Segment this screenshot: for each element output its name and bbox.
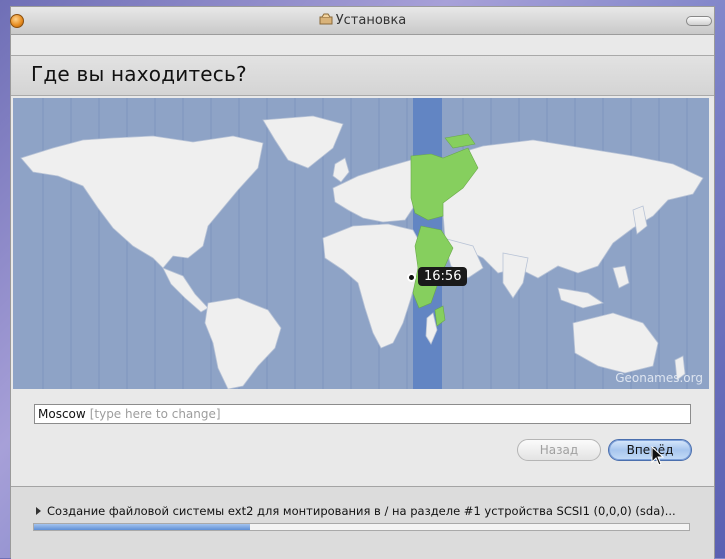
location-input[interactable]: Moscow [type here to change]	[34, 404, 691, 424]
continents	[20, 115, 704, 389]
expander-arrow-icon[interactable]	[36, 507, 41, 515]
selected-time-label: 16:56	[418, 267, 468, 286]
selected-city-marker[interactable]	[407, 273, 416, 282]
status-text: Создание файловой системы ext2 для монти…	[47, 504, 676, 518]
page-header: Где вы находитесь?	[11, 55, 714, 96]
back-button[interactable]: Назад	[517, 439, 601, 461]
mouse-cursor-icon	[651, 446, 665, 466]
installer-icon	[319, 13, 333, 25]
timezone-map[interactable]: 16:56 Geonames.org	[13, 98, 709, 389]
toolbar-toggle-button[interactable]	[686, 16, 712, 26]
page-title: Где вы находитесь?	[31, 62, 247, 86]
title-bar: Установка	[10, 7, 714, 35]
map-credit: Geonames.org	[615, 371, 703, 385]
window-title-text: Установка	[335, 13, 407, 28]
location-value: Moscow	[38, 407, 86, 421]
location-placeholder: [type here to change]	[89, 407, 221, 421]
window-title: Установка	[11, 13, 714, 28]
installer-window: Установка Где вы находитесь? 16:56 Geona…	[10, 6, 715, 559]
forward-button[interactable]: Вперёд	[608, 439, 692, 461]
progress-bar	[33, 523, 690, 531]
progress-fill	[34, 524, 251, 530]
